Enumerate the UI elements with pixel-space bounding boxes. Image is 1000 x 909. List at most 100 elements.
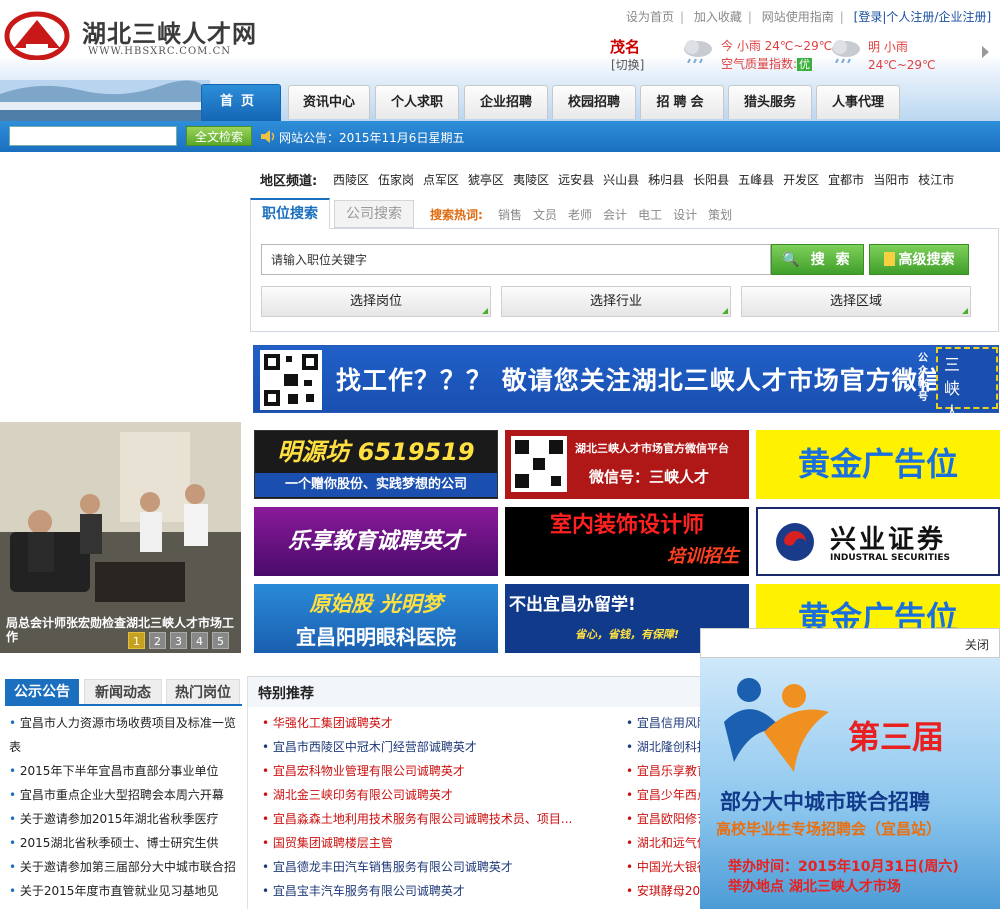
region-link[interactable]: 伍家岗 xyxy=(378,173,414,187)
region-link[interactable]: 点军区 xyxy=(423,173,459,187)
search-button[interactable]: 🔍 搜 索 xyxy=(771,244,864,275)
add-favorite-link[interactable]: 加入收藏 xyxy=(694,10,742,24)
nav-tab-headhunter[interactable]: 猎头服务 xyxy=(728,85,812,119)
recommend-item[interactable]: 宜昌德龙丰田汽车销售服务有限公司诚聘英才 xyxy=(262,855,513,879)
notice-item[interactable]: 宜昌市重点企业大型招聘会本周六开幕 xyxy=(9,783,239,807)
hot-keyword[interactable]: 会计 xyxy=(603,208,627,222)
nav-tab-home[interactable]: 首页 xyxy=(201,84,281,121)
hot-keyword[interactable]: 文员 xyxy=(533,208,557,222)
recommend-item[interactable]: 国贸集团诚聘楼层主管 xyxy=(262,831,393,855)
region-link[interactable]: 枝江市 xyxy=(918,173,954,187)
slide-dot[interactable]: 3 xyxy=(170,632,187,649)
recommend-item[interactable]: 湖北和远气体 xyxy=(626,831,700,855)
region-link[interactable]: 兴山县 xyxy=(603,173,639,187)
region-link[interactable]: 长阳县 xyxy=(693,173,729,187)
qr-code-icon xyxy=(260,350,322,410)
region-link[interactable]: 远安县 xyxy=(558,173,594,187)
job-fair-ad[interactable]: 第三届 部分大中城市联合招聘 高校毕业生专场招聘会（宜昌站） 举办时间：2015… xyxy=(700,658,1000,909)
hot-keyword[interactable]: 老师 xyxy=(568,208,592,222)
notice-item[interactable]: 关于邀请参加第三届部分大中城市联合招 xyxy=(9,855,239,879)
ad-mingyuanfang[interactable]: 明源坊 6519519 一个赠你股份、实践梦想的公司 xyxy=(254,430,498,499)
weather-tomorrow-temp: 24℃~29℃ xyxy=(868,58,936,72)
popup-title: 第三届 xyxy=(848,718,945,756)
notice-item[interactable]: 关于2015年度市直管就业见习基地见 xyxy=(9,879,239,903)
logo-icon[interactable] xyxy=(4,8,70,60)
recommend-item[interactable]: 安琪酵母201 xyxy=(626,879,700,903)
nav-tab-job-fair[interactable]: 招聘会 xyxy=(640,85,724,119)
recommend-item[interactable]: 宜昌宏科物业管理有限公司诚聘英才 xyxy=(262,759,465,783)
tab-announcements[interactable]: 公示公告 xyxy=(5,679,79,705)
notice-item[interactable]: 关于邀请参加2015年湖北省秋季医疗 xyxy=(9,807,239,831)
region-link[interactable]: 当阳市 xyxy=(873,173,909,187)
region-link[interactable]: 五峰县 xyxy=(738,173,774,187)
slide-dot[interactable]: 4 xyxy=(191,632,208,649)
recommend-item[interactable]: 宜昌市西陵区中冠木门经营部诚聘英才 xyxy=(262,735,477,759)
nav-tab-news[interactable]: 资讯中心 xyxy=(288,85,370,119)
nav-tab-campus[interactable]: 校园招聘 xyxy=(552,85,636,119)
nav-tab-recruitment[interactable]: 企业招聘 xyxy=(464,85,548,119)
hot-keyword[interactable]: 电工 xyxy=(638,208,662,222)
recommend-item[interactable]: 宜昌欧阳修艺 xyxy=(626,807,700,831)
tab-company-search[interactable]: 公司搜索 xyxy=(334,200,414,228)
weather-next-arrow-icon[interactable] xyxy=(982,46,989,58)
popup-close-button[interactable]: 关闭 xyxy=(965,636,989,653)
recommend-item[interactable]: 宜昌信用风险 xyxy=(626,711,700,735)
job-keyword-input[interactable]: 请输入职位关键字 xyxy=(261,244,771,275)
tab-hot-jobs[interactable]: 热门岗位 xyxy=(166,679,240,705)
city-switch-link[interactable]: [切换] xyxy=(611,56,644,73)
document-icon xyxy=(883,252,895,266)
slide-dot[interactable]: 2 xyxy=(149,632,166,649)
hot-keyword[interactable]: 策划 xyxy=(708,208,732,222)
region-link[interactable]: 猇亭区 xyxy=(468,173,504,187)
region-link[interactable]: 开发区 xyxy=(783,173,819,187)
tab-news[interactable]: 新闻动态 xyxy=(84,679,162,705)
personal-register-link[interactable]: 个人注册 xyxy=(886,10,934,24)
company-register-link[interactable]: 企业注册] xyxy=(938,10,991,24)
region-link[interactable]: 宜都市 xyxy=(828,173,864,187)
slide-dot[interactable]: 1 xyxy=(128,632,145,649)
recommend-item[interactable]: 宜昌淼森土地利用技术服务有限公司诚聘技术员、项目... xyxy=(262,807,582,831)
tab-job-search[interactable]: 职位搜索 xyxy=(250,198,330,229)
advanced-search-button[interactable]: 高级搜索 xyxy=(869,244,969,275)
nav-tab-job-seeking[interactable]: 个人求职 xyxy=(375,85,459,119)
popup-line4: 举办地点 湖北三峡人才市场 xyxy=(728,879,901,895)
hot-keyword[interactable]: 设计 xyxy=(673,208,697,222)
recommend-item[interactable]: 宜昌宝丰汽车服务有限公司诚聘英才 xyxy=(262,879,465,903)
ad-subtitle: INDUSTRAL SECURITIES xyxy=(830,553,950,563)
hot-keyword[interactable]: 销售 xyxy=(498,208,522,222)
region-link[interactable]: 西陵区 xyxy=(333,173,369,187)
site-name[interactable]: 湖北三峡人才网 xyxy=(82,14,257,49)
select-industry-button[interactable]: 选择行业 xyxy=(501,286,731,317)
site-notice[interactable]: 网站公告：2015年11月6日星期五 xyxy=(279,129,464,146)
fulltext-search-input[interactable] xyxy=(9,126,177,146)
recommend-item[interactable]: 中国光大银行 xyxy=(626,855,700,879)
site-guide-link[interactable]: 网站使用指南 xyxy=(762,10,834,24)
qr-code-icon xyxy=(511,436,567,492)
weather-tomorrow-label: 明 小雨 xyxy=(868,40,908,54)
ad-industrial-securities[interactable]: 兴业证券 INDUSTRAL SECURITIES xyxy=(756,507,1000,576)
recommend-item[interactable]: 湖北隆创科技 xyxy=(626,735,700,759)
ad-wechat-platform[interactable]: 湖北三峡人才市场官方微信平台 微信号：三峡人才 xyxy=(505,430,749,499)
ad-lexiang-education[interactable]: 乐享教育诚聘英才 xyxy=(254,507,498,576)
region-link[interactable]: 秭归县 xyxy=(648,173,684,187)
notice-item[interactable]: 宜昌市人力资源市场收费项目及标准一览表 xyxy=(9,711,239,759)
ad-yangming-eye-hospital[interactable]: 原始股 光明梦 宜昌阳明眼科医院 xyxy=(254,584,498,653)
region-link[interactable]: 夷陵区 xyxy=(513,173,549,187)
recommend-item[interactable]: 湖北金三峡印务有限公司诚聘英才 xyxy=(262,783,453,807)
select-area-button[interactable]: 选择区域 xyxy=(741,286,971,317)
ad-gold-slot[interactable]: 黄金广告位 xyxy=(756,430,1000,499)
nav-tab-hr-agency[interactable]: 人事代理 xyxy=(816,85,900,119)
recommend-item[interactable]: 宜昌乐享教育 xyxy=(626,759,700,783)
select-post-button[interactable]: 选择岗位 xyxy=(261,286,491,317)
notice-item[interactable]: 2015湖北省秋季硕士、博士研究生供 xyxy=(9,831,239,855)
fulltext-search-button[interactable]: 全文检索 xyxy=(186,126,252,146)
ad-interior-design[interactable]: 室内装饰设计师 培训招生 xyxy=(505,507,749,576)
login-link[interactable]: [登录 xyxy=(854,10,883,24)
notice-item[interactable]: 2015年下半年宜昌市直部分事业单位 xyxy=(9,759,239,783)
recommend-item[interactable]: 宜昌少年西点 xyxy=(626,783,700,807)
figures-logo-icon xyxy=(724,678,829,772)
set-homepage-link[interactable]: 设为首页 xyxy=(626,10,674,24)
recommend-item[interactable]: 华强化工集团诚聘英才 xyxy=(262,711,393,735)
slide-dot[interactable]: 5 xyxy=(212,632,229,649)
ad-subtitle: 宜昌阳明眼科医院 xyxy=(296,625,456,649)
